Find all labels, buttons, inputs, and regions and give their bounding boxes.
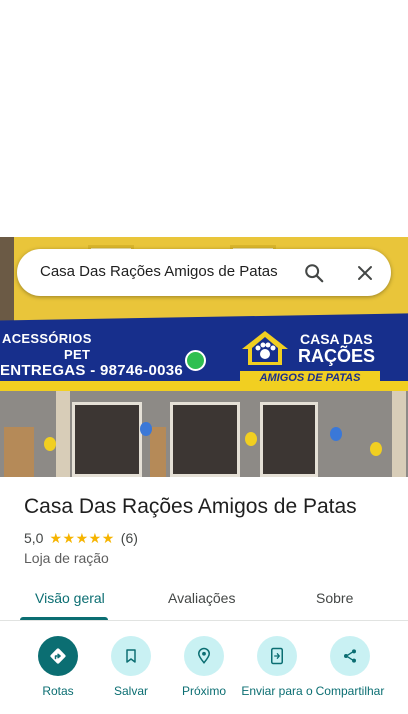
photo-door <box>72 402 142 477</box>
save-button[interactable]: Salvar <box>93 636 169 699</box>
map-area[interactable] <box>0 0 408 237</box>
action-label: Próximo <box>181 684 226 698</box>
star-icon: ★ <box>101 530 115 546</box>
star-rating: ★ ★ ★ ★ ★ <box>49 531 114 545</box>
awning-text: PET <box>64 347 91 362</box>
tab-about[interactable]: Sobre <box>316 590 353 606</box>
search-icon[interactable] <box>301 260 327 286</box>
rating-value: 5,0 <box>24 530 44 546</box>
photo-balloon <box>370 442 382 456</box>
logo-text: RAÇÕES <box>298 346 376 366</box>
tab-bar: Visão geral Avaliações Sobre <box>0 583 408 621</box>
action-bar: Rotas Salvar Próximo Enviar para o Compa… <box>0 636 408 714</box>
send-to-phone-icon <box>257 636 297 676</box>
photo-door <box>260 402 318 477</box>
star-icon: ★ <box>49 530 63 546</box>
logo-text: AMIGOS DE PATAS <box>240 371 380 385</box>
house-paw-logo-icon <box>242 331 288 365</box>
place-category: Loja de ração <box>24 550 109 566</box>
rating-row[interactable]: 5,0 ★ ★ ★ ★ ★ (6) <box>24 530 138 546</box>
close-icon[interactable] <box>352 260 378 286</box>
nearby-icon <box>184 636 224 676</box>
tab-reviews[interactable]: Avaliações <box>168 590 235 606</box>
star-icon: ★ <box>88 530 102 546</box>
tab-indicator <box>20 617 108 620</box>
action-label: Rotas <box>42 684 74 698</box>
star-icon: ★ <box>75 530 89 546</box>
send-to-phone-button[interactable]: Enviar para o <box>239 636 315 699</box>
action-label: Enviar para o <box>241 684 313 698</box>
photo-balloon <box>330 427 342 441</box>
photo-pillar <box>56 391 70 477</box>
action-label: Compartilhar <box>315 684 385 698</box>
photo-balloon <box>245 432 257 446</box>
photo-pillar <box>392 391 406 477</box>
tab-overview[interactable]: Visão geral <box>35 590 105 606</box>
whatsapp-icon <box>185 350 206 371</box>
photo-door <box>170 402 240 477</box>
search-input[interactable]: Casa Das Rações Amigos de Patas <box>40 263 278 280</box>
photo-balloon <box>140 422 152 436</box>
nearby-button[interactable]: Próximo <box>166 636 242 699</box>
logo-text: CASA DAS <box>300 331 373 347</box>
place-title: Casa Das Rações Amigos de Patas <box>24 495 357 518</box>
review-count[interactable]: (6) <box>121 530 138 546</box>
awning-text: ENTREGAS - 98746-0036 <box>0 362 184 379</box>
bookmark-icon <box>111 636 151 676</box>
photo-shelf <box>4 427 34 477</box>
directions-icon <box>38 636 78 676</box>
photo-balloon <box>44 437 56 451</box>
search-bar[interactable]: Casa Das Rações Amigos de Patas <box>17 249 391 296</box>
awning-text: ACESSÓRIOS <box>2 331 92 346</box>
star-icon: ★ <box>62 530 76 546</box>
directions-button[interactable]: Rotas <box>20 636 96 699</box>
share-button[interactable]: Compartilhar <box>312 636 388 699</box>
photo-shelf <box>150 427 166 477</box>
share-icon <box>330 636 370 676</box>
action-label: Salvar <box>113 684 148 698</box>
